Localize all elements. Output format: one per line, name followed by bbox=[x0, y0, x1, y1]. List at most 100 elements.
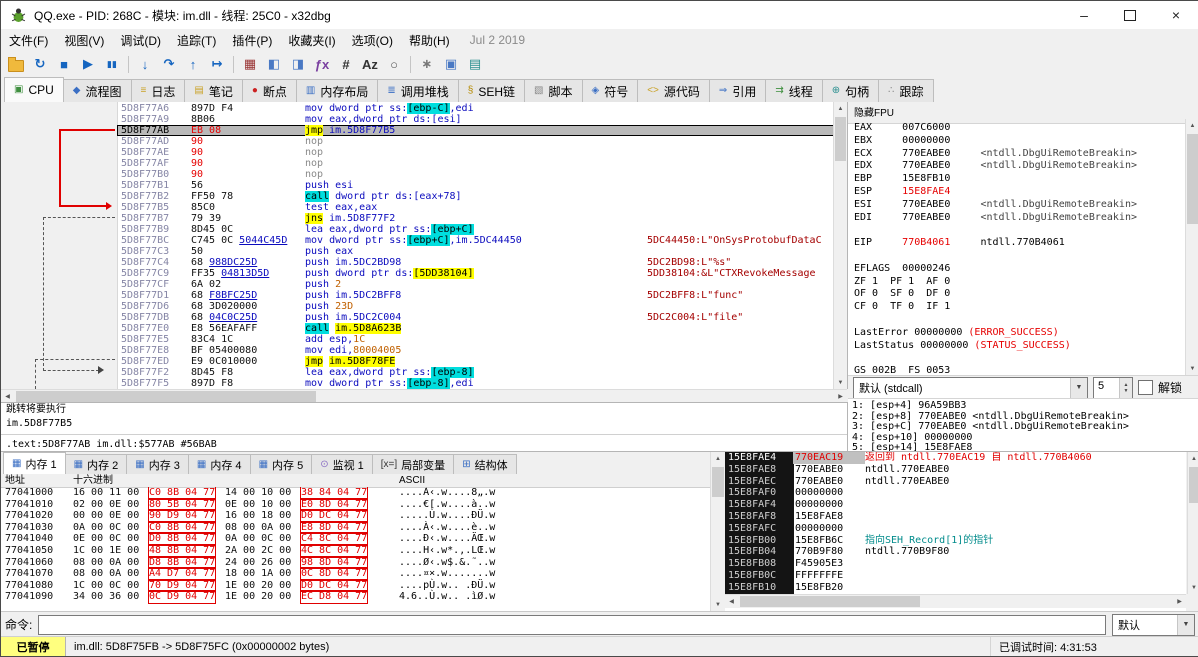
tab-memory-1[interactable]: ▦ 内存 1 bbox=[3, 452, 66, 474]
disasm-row[interactable]: 5D8F77B5 85C0 test eax,eax bbox=[117, 202, 834, 213]
run-icon[interactable]: ▶ bbox=[76, 53, 100, 75]
scroll-thumb[interactable] bbox=[835, 117, 846, 161]
hash-icon[interactable]: # bbox=[334, 53, 358, 75]
tab-call-stack[interactable]: ≣ 调用堆栈 bbox=[377, 79, 459, 102]
scroll-down-button[interactable]: ▼ bbox=[1188, 581, 1198, 594]
scroll-track[interactable] bbox=[834, 115, 847, 376]
register-row[interactable]: EBP 15E8FB10 bbox=[854, 173, 1186, 186]
argument-row[interactable]: 5: [esp+14] 15E8FAE8 bbox=[852, 443, 1198, 451]
scroll-track[interactable] bbox=[1186, 132, 1198, 362]
stack-row[interactable]: 15E8FB10 15E8FB20 bbox=[725, 581, 1186, 594]
scroll-left-button[interactable]: ◀ bbox=[725, 595, 738, 608]
stack-row[interactable]: 15E8FAE8 770EABE0 ntdll.770EABE0 bbox=[725, 463, 1186, 476]
case-icon[interactable]: Az bbox=[358, 53, 382, 75]
disasm-row[interactable]: 5D8F77C3 50 push eax bbox=[117, 246, 834, 257]
tab-memory-4[interactable]: ▦ 内存 4 bbox=[187, 454, 251, 474]
disasm-row[interactable]: 5D8F77B1 56 push esi bbox=[117, 180, 834, 191]
memory-row[interactable]: 77041010 02 00 0E 00 80 5B 04 77 0E 00 10 0… bbox=[1, 499, 710, 511]
tab-script[interactable]: ▧ 脚本 bbox=[524, 79, 583, 102]
function-icon[interactable]: ƒx bbox=[310, 53, 334, 75]
register-row[interactable]: ESP 15E8FAE4 bbox=[854, 186, 1186, 199]
disasm-row[interactable]: 5D8F77CF 6A 02 push 2 bbox=[117, 279, 834, 290]
minimize-button[interactable]: – bbox=[1061, 1, 1107, 29]
stack-row[interactable]: 15E8FAFC 00000000 bbox=[725, 522, 1186, 535]
unlock-checkbox[interactable] bbox=[1138, 380, 1153, 395]
command-profile-select[interactable]: 默认 ▼ bbox=[1112, 613, 1195, 636]
disasm-row[interactable]: 5D8F77E8 BF 05400080 mov edi,80004005 bbox=[117, 345, 834, 356]
disasm-row[interactable]: 5D8F77AF 90 nop bbox=[117, 158, 834, 169]
step-into-icon[interactable]: ↓ bbox=[133, 53, 157, 75]
tab-watch-1[interactable]: ⊙ 监视 1 bbox=[311, 454, 373, 474]
disasm-row[interactable]: 5D8F77BC C745 0C 5044C45D mov dword ptr ss… bbox=[117, 235, 834, 246]
register-row[interactable]: OF 0 SF 0 DF 0 bbox=[854, 288, 1186, 301]
disasm-row[interactable]: 5D8F77AD 90 nop bbox=[117, 136, 834, 147]
memory-row[interactable]: 77041040 0E 00 0C 00 D0 8B 04 77 0A 00 0C 0… bbox=[1, 533, 710, 545]
memory-row[interactable]: 77041050 1C 00 1E 00 48 8B 04 77 2A 00 2C 0… bbox=[1, 545, 710, 557]
scroll-thumb[interactable] bbox=[1189, 467, 1198, 503]
comments-icon[interactable]: ◧ bbox=[262, 53, 286, 75]
menu-item[interactable]: 收藏夹(I) bbox=[280, 29, 343, 52]
disasm-row[interactable]: 5D8F77C4 68 988DC25D push im.5DC2BD98 5DC2B… bbox=[117, 257, 834, 268]
appearance-icon[interactable]: ▣ bbox=[439, 53, 463, 75]
menu-item[interactable]: 文件(F) bbox=[1, 29, 56, 52]
memory-vscrollbar[interactable]: ▲ ▼ bbox=[710, 452, 725, 611]
tab-source[interactable]: <> 源代码 bbox=[637, 79, 710, 102]
register-row[interactable]: EDI 770EABE0 <ntdll.DbgUiRemoteBreakin> bbox=[854, 212, 1186, 225]
memory-row[interactable]: 77041000 16 00 11 00 C0 8B 04 77 14 00 10 0… bbox=[1, 487, 710, 499]
disasm-row[interactable]: 5D8F77E5 83C4 1C add esp,1C bbox=[117, 334, 834, 345]
tab-memory-5[interactable]: ▦ 内存 5 bbox=[249, 454, 313, 474]
scroll-down-button[interactable]: ▼ bbox=[1186, 362, 1198, 375]
stack-row[interactable]: 15E8FAF4 00000000 bbox=[725, 499, 1186, 511]
scroll-track[interactable] bbox=[1188, 465, 1198, 581]
run-to-return-icon[interactable]: ↦ bbox=[205, 53, 229, 75]
scroll-thumb[interactable] bbox=[740, 596, 920, 607]
command-input[interactable] bbox=[38, 614, 1106, 635]
stack-row[interactable]: 15E8FB08 F45905E3 bbox=[725, 558, 1186, 570]
stack-row[interactable]: 15E8FB00 15E8FB6C 指向SEH_Record[1]的指针 bbox=[725, 534, 1186, 547]
menu-item[interactable]: 视图(V) bbox=[56, 29, 112, 52]
argument-row[interactable]: 1: [esp+4] 96A59BB3 bbox=[852, 400, 1198, 412]
disasm-row[interactable]: 5D8F77AB EB 08 jmp im.5D8F77B5 bbox=[117, 125, 834, 136]
stack-hscrollbar[interactable]: ◀ ▶ bbox=[725, 594, 1186, 608]
tab-cpu[interactable]: ▣ CPU bbox=[4, 77, 64, 102]
stack-row[interactable]: 15E8FAF0 00000000 bbox=[725, 487, 1186, 500]
settings-icon[interactable]: ∗ bbox=[415, 53, 439, 75]
maximize-button[interactable] bbox=[1107, 1, 1153, 29]
tab-notes[interactable]: ▤ 笔记 bbox=[184, 79, 243, 102]
register-row[interactable] bbox=[854, 250, 1186, 263]
disasm-row[interactable]: 5D8F77F2 8D45 F8 lea eax,dword ptr ss:[ebp… bbox=[117, 367, 834, 378]
tab-memory-3[interactable]: ▦ 内存 3 bbox=[126, 454, 189, 474]
memory-dump-pane[interactable]: ▦ 内存 1 ▦ 内存 2 ▦ 内存 3 ▦ 内存 4 ▦ 内存 5 ⊙ 监视 1 [x=] 局部变量 ⊞ 结… bbox=[1, 452, 710, 611]
tab-memory-map[interactable]: ▥ 内存布局 bbox=[295, 79, 379, 102]
arg-count-spinner[interactable]: 5 ▲ ▼ bbox=[1093, 376, 1133, 399]
register-row[interactable]: LastStatus 00000000 (STATUS_SUCCESS) bbox=[854, 340, 1186, 353]
memory-row[interactable]: 77041080 1C 00 0C 00 70 D9 04 77 1E 00 20 0… bbox=[1, 580, 710, 592]
stack-row[interactable]: 15E8FB0C FFFFFFFE bbox=[725, 569, 1186, 582]
search-icon[interactable]: ○ bbox=[382, 53, 406, 75]
register-row[interactable]: ECX 770EABE0 <ntdll.DbgUiRemoteBreakin> bbox=[854, 148, 1186, 161]
register-row[interactable] bbox=[854, 314, 1186, 327]
tab-threads[interactable]: ⇉ 线程 bbox=[765, 79, 823, 102]
disasm-row[interactable]: 5D8F77E0 E8 56EAFAFF call im.5D8A623B bbox=[117, 323, 834, 334]
open-file-icon[interactable] bbox=[4, 53, 28, 75]
labels-icon[interactable]: ◨ bbox=[286, 53, 310, 75]
scroll-thumb[interactable] bbox=[16, 391, 316, 402]
disasm-row[interactable]: 5D8F77B0 90 nop bbox=[117, 169, 834, 180]
tab-graph[interactable]: ◆ 流程图 bbox=[62, 79, 132, 102]
scroll-down-button[interactable]: ▼ bbox=[711, 598, 725, 611]
step-over-icon[interactable]: ↷ bbox=[157, 53, 181, 75]
disasm-row[interactable]: 5D8F77F5 897D F8 mov dword ptr ss:[ebp-8],… bbox=[117, 378, 834, 389]
register-row[interactable]: CF 0 TF 0 IF 1 bbox=[854, 301, 1186, 314]
disasm-row[interactable]: 5D8F77B7 79 39 jns im.5D8F77F2 bbox=[117, 213, 834, 224]
scroll-up-button[interactable]: ▲ bbox=[834, 102, 847, 115]
scroll-down-button[interactable]: ▼ bbox=[834, 376, 847, 389]
register-row[interactable] bbox=[854, 352, 1186, 365]
memory-row[interactable]: 77041090 34 00 36 00 0C D9 04 77 1E 00 20 0… bbox=[1, 591, 710, 603]
menu-item[interactable]: 选项(O) bbox=[344, 29, 401, 52]
memory-row[interactable]: 77041070 08 00 0A 00 A4 D7 04 77 18 00 1A 0… bbox=[1, 568, 710, 580]
disasm-row[interactable]: 5D8F77B9 8D45 0C lea eax,dword ptr ss:[ebp… bbox=[117, 224, 834, 235]
step-out-icon[interactable]: ↑ bbox=[181, 53, 205, 75]
disasm-row[interactable]: 5D8F77D6 68 3D020000 push 23D bbox=[117, 301, 834, 312]
tab-trace[interactable]: ∴ 跟踪 bbox=[878, 79, 934, 102]
memory-row[interactable]: 77041020 00 00 0E 00 90 D9 04 77 16 00 18 0… bbox=[1, 510, 710, 522]
